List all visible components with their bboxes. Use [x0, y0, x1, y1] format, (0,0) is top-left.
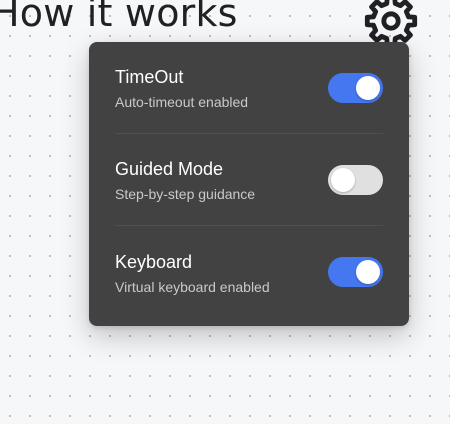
toggle-knob [356, 75, 380, 100]
timeout-toggle[interactable] [328, 72, 383, 103]
keyboard-title: Keyboard [115, 251, 193, 272]
keyboard-description: Virtual keyboard enabled [115, 278, 270, 295]
timeout-description: Auto-timeout enabled [115, 94, 249, 110]
setting-row-keyboard: Keyboard Virtual keyboard enabled [115, 226, 383, 318]
setting-row-timeout: TimeOut Auto-timeout enabled [115, 42, 383, 134]
guided-mode-description: Step-by-step guidance [115, 186, 256, 202]
setting-text: Keyboard Virtual keyboard enabled [115, 249, 270, 296]
toggle-knob [331, 167, 355, 192]
page-title: How it works [0, 0, 238, 35]
toggle-knob [356, 260, 380, 284]
setting-row-guided-mode: Guided Mode Step-by-step guidance [115, 134, 383, 226]
settings-panel: TimeOut Auto-timeout enabled Guided Mode… [89, 42, 409, 326]
setting-text: Guided Mode Step-by-step guidance [115, 156, 255, 203]
guided-mode-title: Guided Mode [115, 159, 224, 179]
keyboard-toggle[interactable] [328, 257, 383, 287]
setting-text: TimeOut Auto-timeout enabled [115, 64, 248, 111]
timeout-title: TimeOut [115, 67, 184, 87]
guided-mode-toggle[interactable] [328, 164, 383, 195]
